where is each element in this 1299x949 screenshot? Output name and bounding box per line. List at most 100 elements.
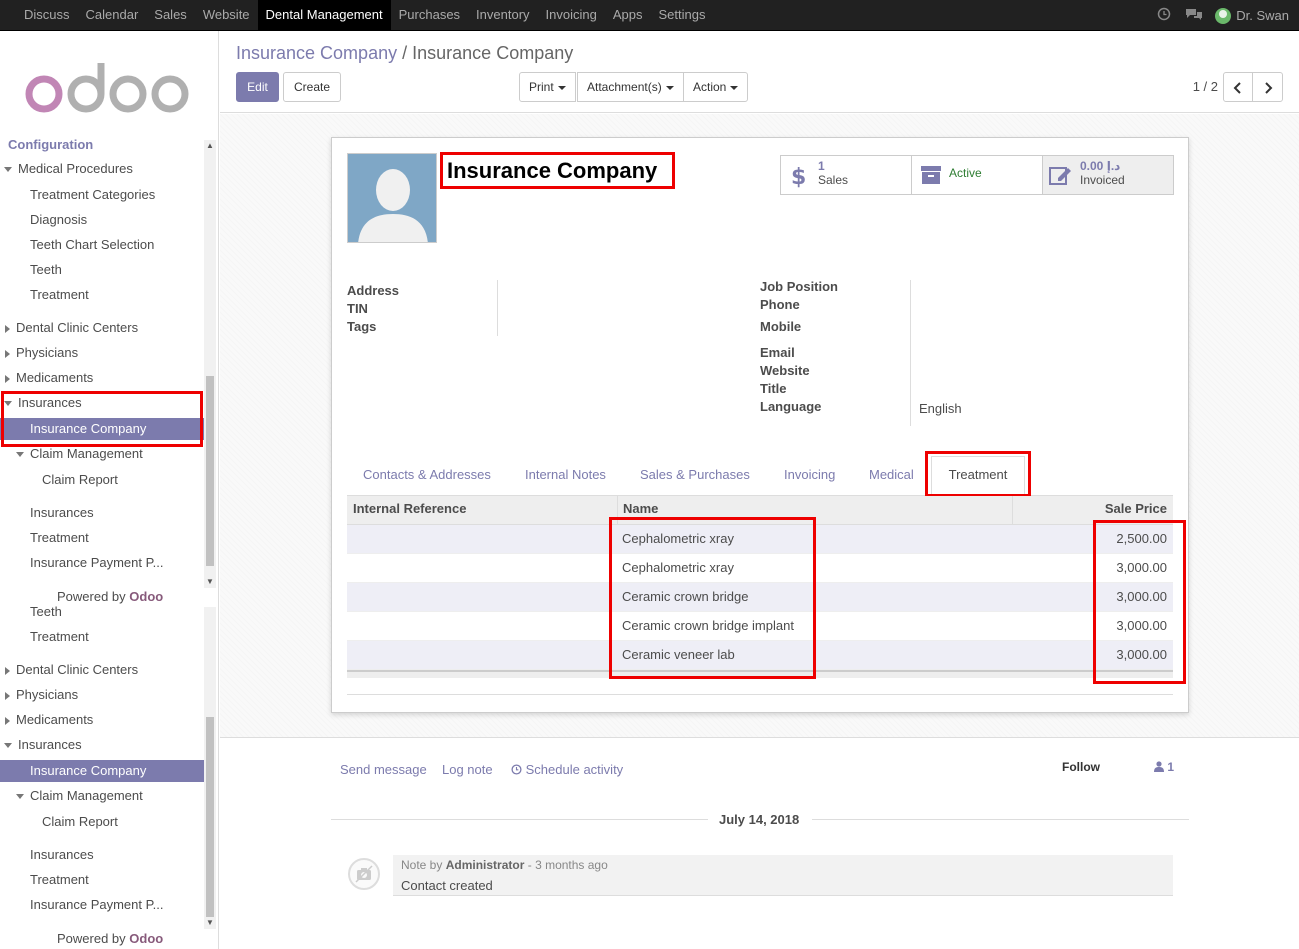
caret-right-icon	[5, 691, 10, 700]
svg-text:$: $	[791, 165, 805, 188]
archive-box-icon	[921, 166, 941, 184]
sidebar-item-treatment[interactable]: Treatment	[30, 284, 89, 306]
user-menu[interactable]: Dr. Swan	[1215, 7, 1289, 24]
menu-calendar[interactable]: Calendar	[78, 0, 147, 31]
pager-next-button[interactable]	[1252, 72, 1283, 102]
chevron-right-icon	[1264, 82, 1272, 94]
followers-button[interactable]: 1	[1154, 760, 1174, 774]
print-dropdown[interactable]: Print	[519, 72, 576, 102]
field-label-email: Email	[760, 345, 795, 360]
breadcrumb-parent[interactable]: Insurance Company	[236, 43, 397, 63]
sidebar-item-teeth-chart-selection[interactable]: Teeth Chart Selection	[30, 234, 154, 256]
attachments-dropdown[interactable]: Attachment(s)	[577, 72, 684, 102]
pager-previous-button[interactable]	[1223, 72, 1253, 102]
create-button[interactable]: Create	[283, 72, 341, 102]
tab-internal-notes[interactable]: Internal Notes	[525, 464, 606, 486]
powered-by-brand[interactable]: Odoo	[129, 589, 163, 604]
scrollbar-thumb[interactable]	[206, 376, 214, 566]
sidebar-item-dental-clinic-centers[interactable]: Dental Clinic Centers	[5, 659, 138, 681]
sales-count: 1	[818, 159, 825, 173]
tab-contacts-addresses[interactable]: Contacts & Addresses	[363, 464, 491, 486]
date-separator-line	[331, 819, 708, 820]
sidebar-item-medicaments[interactable]: Medicaments	[5, 367, 93, 389]
chevron-left-icon	[1233, 82, 1241, 94]
sidebar-item-claim-report[interactable]: Claim Report	[42, 811, 118, 833]
sidebar-item-physicians[interactable]: Physicians	[5, 342, 78, 364]
tab-invoicing[interactable]: Invoicing	[784, 464, 835, 486]
pager-value[interactable]: 1 / 2	[1193, 79, 1218, 94]
sales-stat-button[interactable]: $ 1 Sales	[780, 155, 912, 195]
date-separator-line	[812, 819, 1189, 820]
caret-down-icon	[16, 452, 24, 458]
active-label: Active	[949, 166, 982, 180]
sidebar-item-teeth[interactable]: Teeth	[30, 601, 62, 623]
sidebar-item-teeth[interactable]: Teeth	[30, 259, 62, 281]
menu-settings[interactable]: Settings	[650, 0, 713, 31]
record-name[interactable]: Insurance Company	[443, 155, 672, 187]
sidebar-item-treatment[interactable]: Treatment	[30, 626, 89, 648]
active-toggle-button[interactable]: Active	[911, 155, 1043, 195]
caret-down-icon	[16, 794, 24, 800]
invoiced-stat-button[interactable]: 0.00 د.إ Invoiced	[1042, 155, 1174, 195]
action-dropdown[interactable]: Action	[683, 72, 749, 102]
sidebar-scrollbar[interactable]: ▲ ▼	[204, 140, 216, 588]
main-menu: Discuss Calendar Sales Website Dental Ma…	[16, 0, 713, 31]
sidebar-item-insurance-payment[interactable]: Insurance Payment P...	[30, 552, 163, 574]
chat-bubbles-icon[interactable]	[1179, 7, 1209, 24]
sidebar-item-insurance-company[interactable]: Insurance Company	[0, 760, 204, 782]
field-label-tin: TIN	[347, 301, 368, 316]
sidebar-item-insurances-sub[interactable]: Insurances	[30, 844, 94, 866]
scroll-down-arrow-icon[interactable]: ▼	[204, 917, 216, 929]
tab-medical[interactable]: Medical	[869, 464, 914, 486]
menu-sales[interactable]: Sales	[146, 0, 195, 31]
activity-clock-icon[interactable]	[1149, 7, 1179, 24]
sidebar-item-physicians[interactable]: Physicians	[5, 684, 78, 706]
sidebar-item-medical-procedures[interactable]: Medical Procedures	[4, 158, 133, 180]
caret-right-icon	[5, 324, 10, 333]
sidebar-item-insurances-sub[interactable]: Insurances	[30, 502, 94, 524]
powered-by-brand[interactable]: Odoo	[129, 931, 163, 946]
sidebar-item-insurances[interactable]: Insurances	[4, 734, 82, 756]
menu-dental-management[interactable]: Dental Management	[257, 0, 391, 31]
sidebar-item-claim-management[interactable]: Claim Management	[16, 785, 143, 807]
sidebar-item-insurance-payment[interactable]: Insurance Payment P...	[30, 894, 163, 916]
field-label-phone: Phone	[760, 297, 800, 312]
menu-apps[interactable]: Apps	[605, 0, 651, 31]
scroll-down-arrow-icon[interactable]: ▼	[204, 576, 216, 588]
message-meta: Note by Administrator - 3 months ago	[401, 858, 608, 872]
schedule-activity-link[interactable]: Schedule activity	[511, 762, 623, 777]
sidebar-item-diagnosis[interactable]: Diagnosis	[30, 209, 87, 231]
send-message-link[interactable]: Send message	[340, 762, 427, 777]
log-note-link[interactable]: Log note	[442, 762, 493, 777]
column-internal-reference[interactable]: Internal Reference	[353, 496, 466, 525]
partner-avatar-image[interactable]	[347, 153, 437, 243]
message-author[interactable]: Administrator	[446, 858, 525, 872]
sidebar-item-claim-report[interactable]: Claim Report	[42, 469, 118, 491]
sidebar-item-dental-clinic-centers[interactable]: Dental Clinic Centers	[5, 317, 138, 339]
highlight-price-column	[1093, 520, 1186, 684]
scrollbar-thumb-lower[interactable]	[206, 717, 214, 917]
follow-button[interactable]: Follow	[1062, 760, 1100, 774]
menu-discuss[interactable]: Discuss	[16, 0, 78, 31]
menu-website[interactable]: Website	[195, 0, 258, 31]
sidebar-item-treatment-categories[interactable]: Treatment Categories	[30, 184, 155, 206]
user-icon	[1154, 761, 1164, 772]
field-separator	[497, 280, 498, 336]
field-value-language[interactable]: English	[919, 401, 962, 416]
menu-purchases[interactable]: Purchases	[391, 0, 468, 31]
sidebar-item-claim-management[interactable]: Claim Management	[16, 443, 143, 465]
scroll-up-arrow-icon[interactable]: ▲	[204, 140, 216, 152]
sidebar-item-medicaments[interactable]: Medicaments	[5, 709, 93, 731]
field-separator	[910, 280, 911, 426]
sidebar-item-treatment-sub[interactable]: Treatment	[30, 527, 89, 549]
breadcrumb-current: Insurance Company	[412, 43, 574, 63]
edit-button[interactable]: Edit	[236, 72, 279, 102]
top-navbar: Discuss Calendar Sales Website Dental Ma…	[0, 0, 1299, 31]
sidebar-item-treatment-sub[interactable]: Treatment	[30, 869, 89, 891]
menu-invoicing[interactable]: Invoicing	[538, 0, 605, 31]
avatar	[1215, 7, 1232, 24]
menu-inventory[interactable]: Inventory	[468, 0, 537, 31]
tab-sales-purchases[interactable]: Sales & Purchases	[640, 464, 750, 486]
powered-by: Powered by Odoo	[57, 931, 164, 946]
sidebar-scrollbar-lower[interactable]: ▼	[204, 607, 216, 929]
